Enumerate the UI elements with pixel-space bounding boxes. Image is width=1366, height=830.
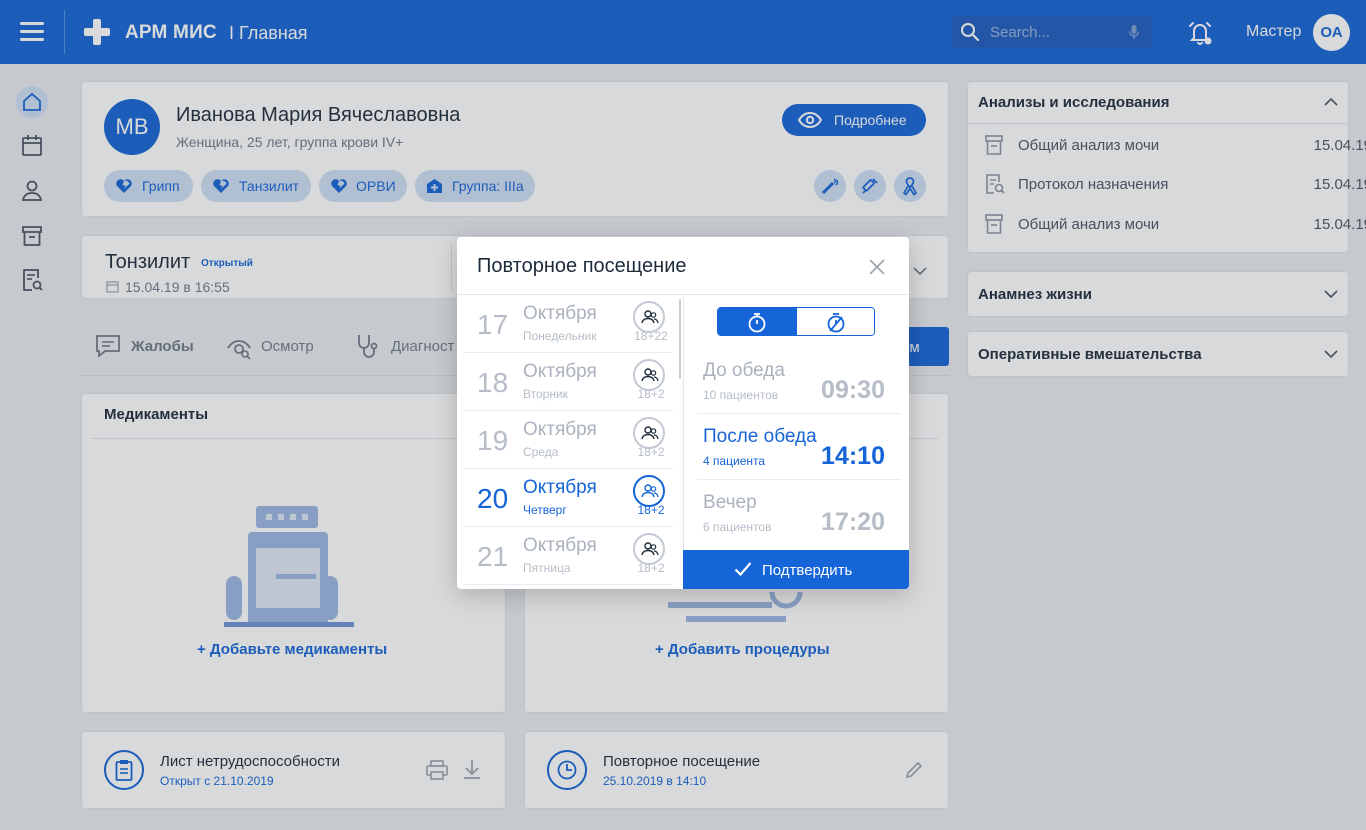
- date-count: 18+2: [637, 445, 665, 459]
- confirm-button[interactable]: Подтвердить: [683, 550, 909, 589]
- close-icon[interactable]: [867, 257, 887, 277]
- date-number: 18: [477, 367, 509, 398]
- revisit-modal: Повторное посещение 17 Октября Понедельн…: [457, 237, 909, 589]
- date-count: 18+2: [637, 503, 665, 517]
- date-row[interactable]: 17 Октября Понедельник 18+22: [463, 295, 673, 353]
- date-month: Октября: [523, 419, 597, 440]
- date-weekday: Вторник: [523, 387, 568, 401]
- time-mode-toggle[interactable]: [717, 307, 875, 336]
- time-slot-selected[interactable]: После обеда 4 пациента 14:10: [697, 414, 901, 480]
- date-number: 20: [477, 483, 509, 514]
- date-list-scrollbar[interactable]: [679, 299, 681, 379]
- date-count: 18+22: [634, 329, 668, 343]
- stopwatch-icon: [748, 313, 766, 333]
- time-slot[interactable]: Вечер 6 пациентов 17:20: [697, 480, 901, 546]
- date-number: 17: [477, 309, 509, 340]
- slot-name: После обеда: [703, 426, 817, 447]
- modal-title: Повторное посещение: [477, 255, 687, 277]
- checkmark-icon: [734, 562, 752, 577]
- date-weekday: Среда: [523, 445, 559, 459]
- slot-count: 4 пациента: [703, 454, 766, 468]
- slot-count: 10 пациентов: [703, 388, 779, 402]
- date-count: 18+2: [637, 387, 665, 401]
- date-row-selected[interactable]: 20 Октября Четверг 18+2: [463, 469, 673, 527]
- date-weekday: Пятница: [523, 561, 571, 575]
- confirm-label: Подтвердить: [762, 562, 853, 579]
- slot-time: 14:10: [821, 442, 885, 470]
- date-number: 21: [477, 541, 509, 572]
- stopwatch-off-icon: [827, 313, 845, 333]
- date-weekday: Понедельник: [523, 329, 597, 343]
- date-month: Октября: [523, 361, 597, 382]
- date-month: Октября: [523, 535, 597, 556]
- date-weekday: Четверг: [523, 503, 567, 517]
- date-count: 18+2: [637, 561, 665, 575]
- timer-toggle-off[interactable]: [797, 308, 874, 335]
- slot-name: До обеда: [703, 360, 785, 381]
- date-row[interactable]: 19 Октября Среда 18+2: [463, 411, 673, 469]
- time-slot[interactable]: До обеда 10 пациентов 09:30: [697, 348, 901, 414]
- date-row[interactable]: 21 Октября Пятница 18+2: [463, 527, 673, 585]
- slot-name: Вечер: [703, 492, 757, 513]
- slot-count: 6 пациентов: [703, 520, 772, 534]
- date-number: 19: [477, 425, 509, 456]
- date-row[interactable]: 18 Октября Вторник 18+2: [463, 353, 673, 411]
- date-month: Октября: [523, 303, 597, 324]
- date-month: Октября: [523, 477, 597, 498]
- slot-time: 09:30: [821, 376, 885, 404]
- slot-time: 17:20: [821, 508, 885, 536]
- timer-toggle-on[interactable]: [718, 308, 797, 335]
